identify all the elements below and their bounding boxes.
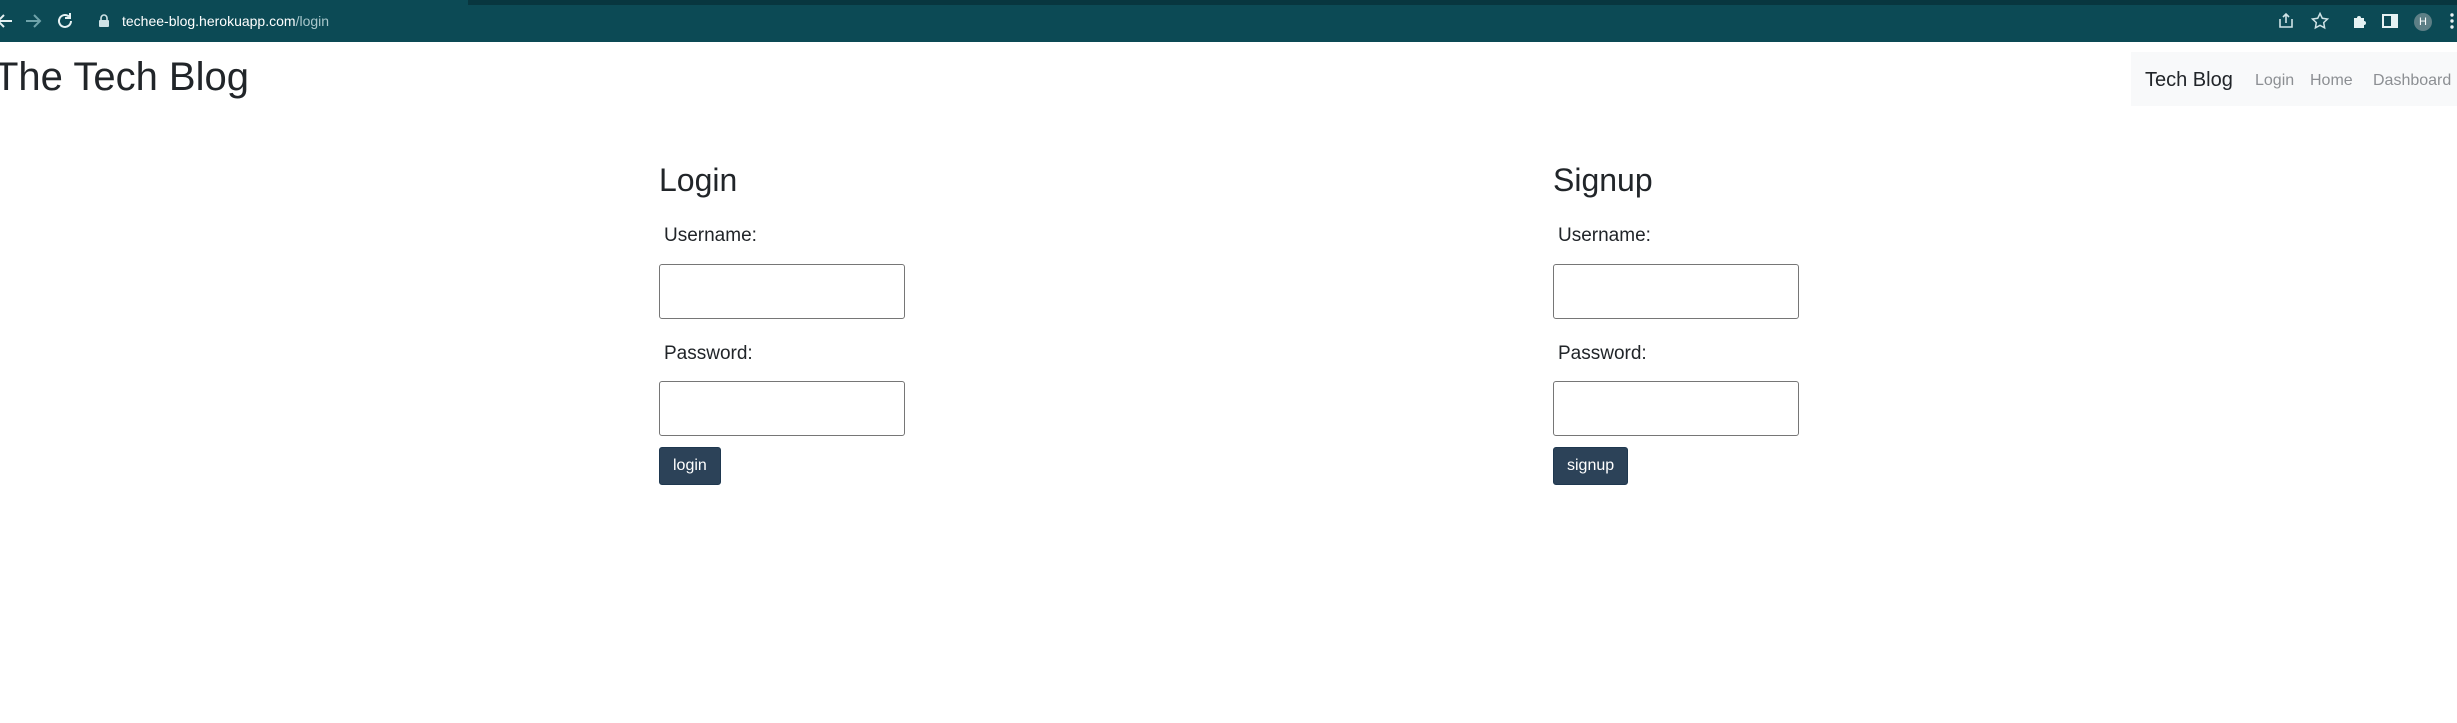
login-password-input[interactable] [659,381,905,436]
back-arrow-icon[interactable] [0,10,16,32]
signup-username-label: Username: [1558,225,1651,246]
browser-toolbar: techee-blog.herokuapp.com/login H [0,0,2457,42]
profile-avatar[interactable]: H [2414,13,2432,31]
lock-icon[interactable] [98,14,110,28]
login-button[interactable]: login [659,447,721,485]
forward-arrow-icon[interactable] [22,10,44,32]
site-title: The Tech Blog [0,55,249,99]
active-tab[interactable] [0,0,468,5]
navbar-brand[interactable]: Tech Blog [2145,67,2233,93]
nav-link-login[interactable]: Login [2255,70,2294,92]
login-heading: Login [659,162,738,198]
share-icon[interactable] [2276,11,2296,31]
signup-password-label: Password: [1558,343,1647,364]
nav-link-dashboard[interactable]: Dashboard [2373,70,2451,92]
puzzle-icon[interactable] [2350,11,2370,31]
star-icon[interactable] [2310,11,2330,31]
address-bar[interactable]: techee-blog.herokuapp.com/login [122,11,329,31]
tab-strip [0,0,2457,5]
nav-link-home[interactable]: Home [2310,70,2353,92]
signup-button[interactable]: signup [1553,447,1629,485]
signup-username-input[interactable] [1553,264,1799,319]
reload-icon[interactable] [54,10,76,32]
signup-password-input[interactable] [1553,381,1799,436]
navbar: Tech Blog Login Home Dashboard [2131,52,2457,106]
login-username-label: Username: [664,225,757,246]
signup-heading: Signup [1553,162,1653,198]
url-path: /login [295,13,330,29]
url-host: techee-blog.herokuapp.com [122,13,296,29]
login-username-input[interactable] [659,264,905,319]
login-password-label: Password: [664,343,753,364]
kebab-menu-icon[interactable] [2442,11,2457,31]
side-panel-icon[interactable] [2380,11,2400,31]
